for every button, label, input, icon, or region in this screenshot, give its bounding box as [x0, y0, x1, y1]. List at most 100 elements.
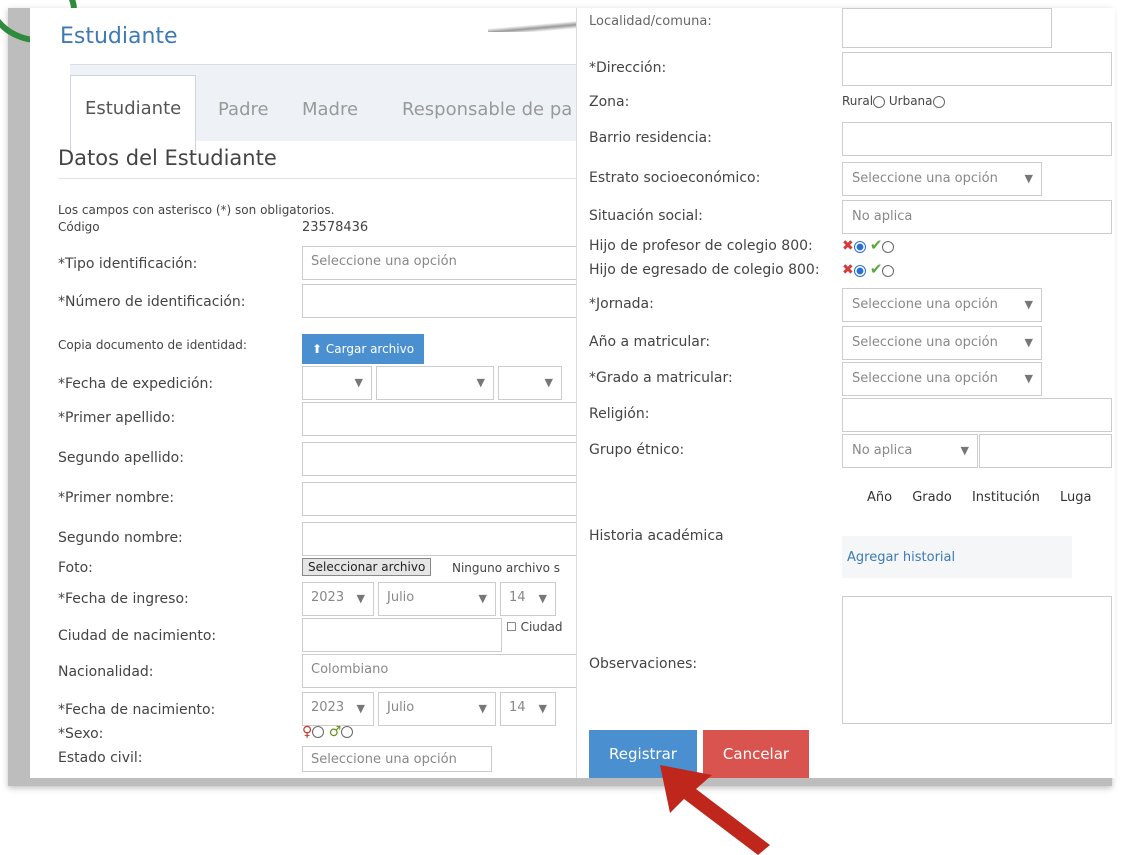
- fecha-exp-day-select[interactable]: ▼: [302, 366, 372, 400]
- nacionalidad-label: Nacionalidad:: [58, 664, 154, 680]
- segundo-nombre-label: Segundo nombre:: [58, 530, 183, 546]
- observaciones-textarea[interactable]: [842, 596, 1112, 724]
- sexo-radio-f[interactable]: [312, 726, 325, 738]
- segundo-apellido-label: Segundo apellido:: [58, 450, 184, 466]
- grupo-value: No aplica: [852, 443, 913, 458]
- primer-apellido-input[interactable]: [302, 402, 578, 436]
- hijo-egresado-yes-radio[interactable]: [882, 264, 895, 277]
- fecha-nac-day-select[interactable]: 14 ▼: [500, 692, 556, 726]
- female-icon: ♀: [302, 724, 313, 740]
- grado-value: Seleccione una opción: [852, 371, 998, 386]
- religion-input[interactable]: [842, 398, 1112, 432]
- zona-rural-radio[interactable]: [873, 95, 886, 108]
- estrato-label: Estrato socioeconómico:: [589, 170, 761, 186]
- col-institucion: Institución: [971, 490, 1040, 505]
- ciudad-nac-label: Ciudad de nacimiento:: [58, 628, 217, 644]
- nacionalidad-input[interactable]: Colombiano: [302, 654, 578, 688]
- col-anio: Año: [867, 490, 893, 505]
- agregar-historial-link[interactable]: Agregar historial: [847, 550, 955, 565]
- chevron-down-icon: ▼: [476, 376, 485, 389]
- direccion-input[interactable]: [842, 52, 1112, 86]
- fecha-ingreso-year-select[interactable]: 2023 ▼: [302, 582, 374, 616]
- hijo-egresado-options: ✖ ✔: [842, 260, 895, 278]
- primer-apellido-label: *Primer apellido:: [58, 410, 176, 426]
- barrio-input[interactable]: [842, 122, 1112, 156]
- tipo-id-label: *Tipo identificación:: [58, 256, 198, 272]
- fecha-exp-year-select[interactable]: ▼: [498, 366, 562, 400]
- col-lugar: Luga: [1059, 490, 1092, 505]
- segundo-nombre-input[interactable]: [302, 522, 578, 556]
- numero-id-input[interactable]: [302, 284, 578, 318]
- estado-civil-select[interactable]: Seleccione una opción: [302, 746, 492, 772]
- fecha-ingreso-label: *Fecha de ingreso:: [58, 591, 189, 607]
- col-grado: Grado: [912, 490, 952, 505]
- fecha-exp-month-select[interactable]: ▼: [376, 366, 494, 400]
- yes-icon: ✔: [869, 236, 883, 254]
- jornada-select[interactable]: Seleccione una opción ▼: [842, 288, 1042, 322]
- primer-nombre-label: *Primer nombre:: [58, 490, 175, 506]
- chevron-down-icon: ▼: [478, 592, 487, 605]
- codigo-label: Código: [58, 220, 100, 234]
- ciudad-nac-input[interactable]: [302, 618, 502, 652]
- tipo-id-select[interactable]: Seleccione una opción: [302, 246, 578, 280]
- zona-options: Rural Urbana: [842, 94, 945, 108]
- situacion-label: Situación social:: [589, 208, 703, 224]
- hijo-egresado-label: Hijo de egresado de colegio 800:: [589, 262, 820, 278]
- fecha-nac-label: *Fecha de nacimiento:: [58, 702, 216, 718]
- cargar-archivo-button[interactable]: ⬆ Cargar archivo: [302, 334, 425, 364]
- hijo-profesor-no-radio[interactable]: [853, 240, 866, 253]
- year-value: 2023: [311, 700, 345, 715]
- fecha-ingreso-day-select[interactable]: 14 ▼: [500, 582, 556, 616]
- situacion-input[interactable]: No aplica: [842, 200, 1112, 234]
- grupo-extra-input[interactable]: [979, 434, 1112, 468]
- student-form-right: Localidad/comuna: *Dirección: Zona: Rura…: [576, 8, 1115, 778]
- hijo-profesor-options: ✖ ✔: [842, 236, 895, 254]
- historia-table-header: Año Grado Institución Luga: [867, 490, 1107, 505]
- tab-estudiante[interactable]: Estudiante: [70, 75, 197, 152]
- numero-id-label: *Número de identificación:: [58, 294, 246, 310]
- file-status: Ninguno archivo s: [452, 561, 560, 575]
- male-icon: ♂: [328, 724, 342, 740]
- tab-padre[interactable]: Padre: [218, 99, 269, 120]
- required-note: Los campos con asterisco (*) son obligat…: [58, 203, 335, 217]
- fecha-nac-month-select[interactable]: Julio ▼: [378, 692, 496, 726]
- hijo-profesor-yes-radio[interactable]: [882, 240, 895, 253]
- chevron-down-icon: ▼: [538, 592, 547, 605]
- grado-select[interactable]: Seleccione una opción ▼: [842, 362, 1042, 396]
- fecha-nac-year-select[interactable]: 2023 ▼: [302, 692, 374, 726]
- fecha-ingreso-month-select[interactable]: Julio ▼: [378, 582, 496, 616]
- grado-label: *Grado a matricular:: [589, 370, 733, 386]
- month-value: Julio: [387, 700, 415, 715]
- hijo-egresado-no-radio[interactable]: [853, 264, 866, 277]
- observaciones-label: Observaciones:: [589, 656, 698, 672]
- tab-bar: Estudiante Padre Madre Responsable de pa: [70, 64, 578, 152]
- chevron-down-icon: ▼: [356, 592, 365, 605]
- segundo-apellido-input[interactable]: [302, 442, 578, 476]
- zona-urbana-radio[interactable]: [932, 95, 945, 108]
- tab-madre[interactable]: Madre: [302, 99, 358, 120]
- day-value: 14: [509, 700, 526, 715]
- screenshot-frame: Estudiante Estudiante Padre Madre Respon…: [0, 0, 1115, 786]
- divider: [58, 178, 578, 179]
- seleccionar-archivo-button[interactable]: Seleccionar archivo: [302, 558, 432, 576]
- tab-responsable[interactable]: Responsable de pa: [402, 99, 572, 120]
- zona-urbana-label: Urbana: [888, 94, 933, 108]
- chevron-down-icon: ▼: [354, 376, 363, 389]
- grupo-select[interactable]: No aplica ▼: [842, 434, 978, 468]
- jornada-value: Seleccione una opción: [852, 297, 998, 312]
- ciudad-comuna-input[interactable]: [842, 8, 1052, 48]
- estado-civil-label: Estado civil:: [58, 750, 143, 766]
- section-title: Datos del Estudiante: [58, 146, 277, 170]
- primer-nombre-input[interactable]: [302, 482, 578, 516]
- anio-label: Año a matricular:: [589, 334, 711, 350]
- sexo-options: ♀ ♂: [302, 724, 354, 740]
- grupo-label: Grupo étnico:: [589, 442, 685, 458]
- chevron-down-icon: ▼: [1024, 372, 1033, 385]
- estrato-select[interactable]: Seleccione una opción ▼: [842, 162, 1042, 196]
- religion-label: Religión:: [589, 406, 650, 422]
- sexo-label: *Sexo:: [58, 726, 104, 742]
- ciudad-checkbox[interactable]: ☐ Ciudad: [506, 620, 562, 634]
- anio-select[interactable]: Seleccione una opción ▼: [842, 326, 1042, 360]
- chevron-down-icon: ▼: [1024, 336, 1033, 349]
- sexo-radio-m[interactable]: [341, 726, 354, 738]
